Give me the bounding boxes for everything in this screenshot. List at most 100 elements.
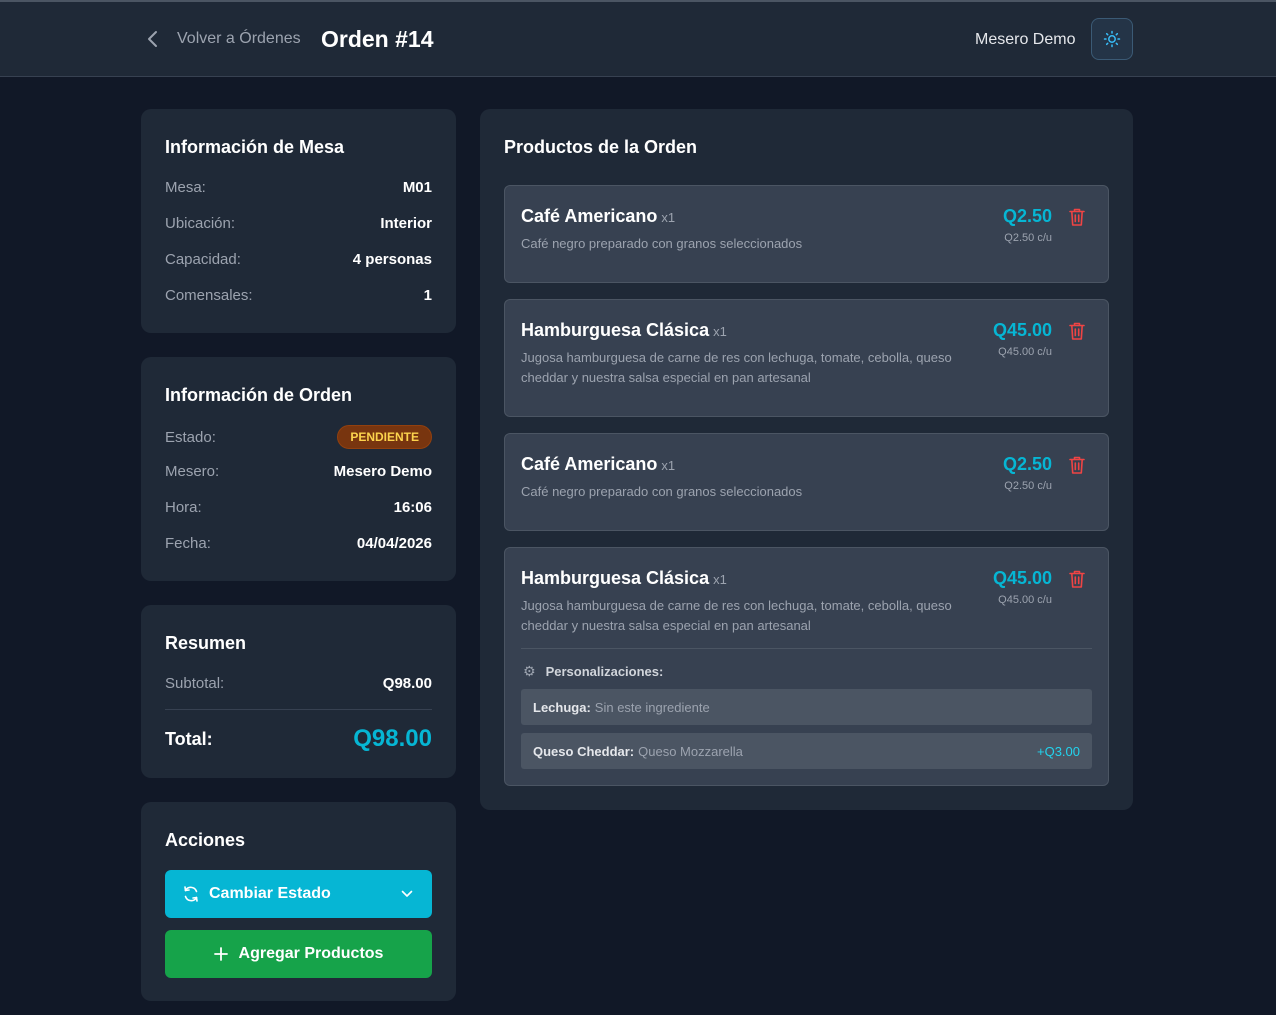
info-value: 04/04/2026 xyxy=(356,535,432,552)
info-value: M01 xyxy=(402,179,432,196)
info-row-mesa: Mesa: M01 xyxy=(165,179,432,196)
subtotal-value: Q98.00 xyxy=(382,675,432,692)
products-card: Productos de la Orden Café Americano x1 C… xyxy=(480,109,1133,810)
info-row-comensales: Comensales: 1 xyxy=(165,287,432,304)
product-quantity: x1 xyxy=(661,210,676,225)
info-label: Fecha: xyxy=(165,535,211,552)
info-row-hora: Hora: 16:06 xyxy=(165,499,432,516)
order-info-card: Información de Orden Estado: PENDIENTE M… xyxy=(141,357,456,581)
product-quantity: x1 xyxy=(661,458,676,473)
refresh-icon xyxy=(184,886,198,902)
products-title: Productos de la Orden xyxy=(504,137,698,157)
change-status-button[interactable]: Cambiar Estado xyxy=(165,870,432,918)
user-name: Mesero Demo xyxy=(975,31,1076,48)
info-value: 4 personas xyxy=(352,251,432,268)
product-quantity: x1 xyxy=(713,324,727,339)
info-row-ubicacion: Ubicación: Interior xyxy=(165,215,432,232)
product-name-text: Hamburguesa Clásica xyxy=(521,568,710,588)
chevron-left-icon xyxy=(148,31,157,47)
info-label: Estado: xyxy=(165,428,216,446)
product-description: Café negro preparado con granos seleccio… xyxy=(521,484,803,499)
back-link[interactable]: Volver a Órdenes xyxy=(145,30,301,48)
product-item: Café Americano x1 Café negro preparado co… xyxy=(504,433,1109,531)
product-name: Café Americano x1 xyxy=(521,454,675,475)
product-price: Q45.00 xyxy=(992,568,1052,588)
customizations-label: Personalizaciones: xyxy=(545,664,664,679)
customization-extra-price: +Q3.00 xyxy=(1036,743,1080,759)
total-label: Total: xyxy=(165,728,213,749)
product-unit-price: Q2.50 c/u xyxy=(1004,480,1052,492)
add-products-button[interactable]: Agregar Productos xyxy=(165,930,432,978)
trash-icon[interactable] xyxy=(1068,569,1086,589)
summary-divider xyxy=(165,709,432,710)
product-item: Hamburguesa Clásica x1 Jugosa hamburguesa… xyxy=(504,299,1109,417)
info-row-estado: Estado: PENDIENTE xyxy=(165,425,432,449)
change-status-label: Cambiar Estado xyxy=(209,885,331,902)
theme-toggle-button[interactable] xyxy=(1091,18,1133,60)
info-label: Mesa: xyxy=(165,179,206,196)
customization-value: Sin este ingrediente xyxy=(594,699,710,715)
total-row: Total: Q98.00 xyxy=(165,725,432,753)
subtotal-row: Subtotal: Q98.00 xyxy=(165,675,432,692)
product-item: Hamburguesa Clásica x1 Jugosa hamburguesa… xyxy=(504,547,1109,786)
info-label: Comensales: xyxy=(165,287,253,304)
info-row-mesero: Mesero: Mesero Demo xyxy=(165,463,432,480)
product-unit-price: Q45.00 c/u xyxy=(998,594,1052,606)
info-label: Hora: xyxy=(165,499,202,516)
customization-item: Lechuga: Sin este ingrediente xyxy=(521,689,1092,725)
table-info-title: Información de Mesa xyxy=(165,137,345,157)
product-description: Jugosa hamburguesa de carne de res con l… xyxy=(521,598,952,633)
order-info-title: Información de Orden xyxy=(165,385,353,405)
product-unit-price: Q2.50 c/u xyxy=(1004,232,1052,244)
info-label: Capacidad: xyxy=(165,251,241,268)
product-price: Q2.50 xyxy=(1002,454,1052,474)
product-quantity: x1 xyxy=(713,572,727,587)
customization-item: Queso Cheddar: Queso Mozzarella +Q3.00 xyxy=(521,733,1092,769)
trash-icon[interactable] xyxy=(1068,455,1086,475)
product-item: Café Americano x1 Café negro preparado co… xyxy=(504,185,1109,283)
product-name: Hamburguesa Clásica x1 xyxy=(521,320,727,341)
actions-title: Acciones xyxy=(165,830,246,850)
status-badge: PENDIENTE xyxy=(337,425,432,449)
customization-value: Queso Mozzarella xyxy=(638,743,743,759)
product-description: Café negro preparado con granos seleccio… xyxy=(521,236,803,251)
product-price: Q45.00 xyxy=(992,320,1052,340)
customization-name: Queso Cheddar: xyxy=(533,743,635,759)
info-value: Mesero Demo xyxy=(333,463,432,480)
product-price: Q2.50 xyxy=(1002,206,1052,226)
trash-icon[interactable] xyxy=(1068,321,1086,341)
info-label: Ubicación: xyxy=(165,215,236,232)
customization-name: Lechuga: xyxy=(533,699,591,715)
trash-icon[interactable] xyxy=(1068,207,1086,227)
product-unit-price: Q45.00 c/u xyxy=(998,346,1052,358)
plus-icon xyxy=(213,947,228,961)
info-value: Interior xyxy=(380,215,432,232)
table-info-card: Información de Mesa Mesa: M01 Ubicación:… xyxy=(141,109,456,333)
page-title: Orden #14 xyxy=(321,26,434,52)
gear-icon: ⚙ xyxy=(523,663,536,679)
info-label: Mesero: xyxy=(165,463,220,480)
subtotal-label: Subtotal: xyxy=(165,675,225,692)
sun-icon xyxy=(1103,30,1121,48)
customization-text: Queso Cheddar: Queso Mozzarella xyxy=(533,744,743,759)
product-name: Café Americano x1 xyxy=(521,206,675,227)
top-bar: Volver a Órdenes Orden #14 Mesero Demo xyxy=(0,2,1276,77)
product-name: Hamburguesa Clásica x1 xyxy=(521,568,727,589)
back-link-label: Volver a Órdenes xyxy=(177,30,301,47)
info-value: 1 xyxy=(423,287,432,304)
chevron-down-icon xyxy=(401,890,413,897)
summary-title: Resumen xyxy=(165,633,247,653)
product-name-text: Hamburguesa Clásica xyxy=(521,320,710,340)
summary-card: Resumen Subtotal: Q98.00 Total: Q98.00 xyxy=(141,605,456,778)
actions-card: Acciones Cambiar Estado Agregar Producto… xyxy=(141,802,456,1001)
total-value: Q98.00 xyxy=(353,725,432,752)
add-products-label: Agregar Productos xyxy=(238,945,384,962)
product-name-text: Café Americano xyxy=(521,454,658,474)
info-value: 16:06 xyxy=(393,499,432,516)
product-name-text: Café Americano xyxy=(521,206,658,226)
customizations-header: ⚙ Personalizaciones: xyxy=(523,663,663,680)
customizations-divider xyxy=(521,648,1092,649)
product-description: Jugosa hamburguesa de carne de res con l… xyxy=(521,350,952,385)
info-row-capacidad: Capacidad: 4 personas xyxy=(165,251,432,268)
info-row-fecha: Fecha: 04/04/2026 xyxy=(165,535,432,552)
